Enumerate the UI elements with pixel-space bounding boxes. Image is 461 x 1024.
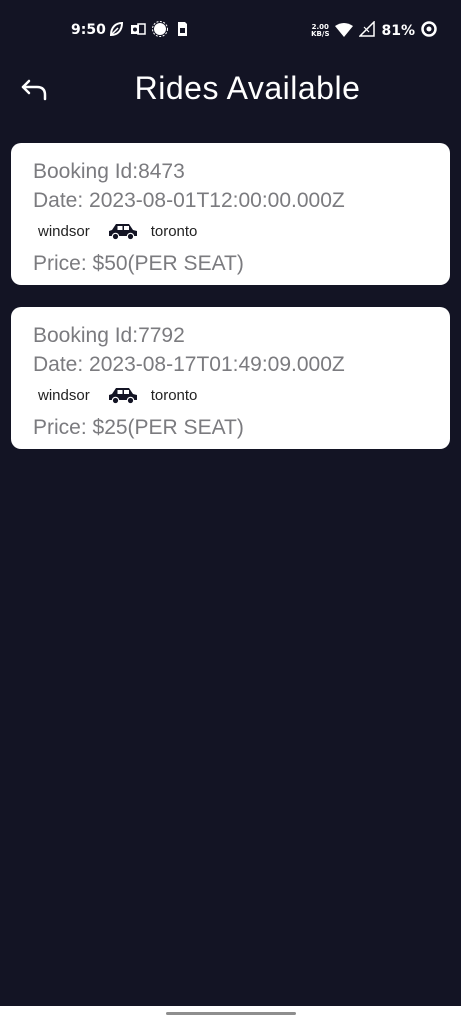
destination-city: toronto <box>150 386 198 404</box>
ride-route: windsor toronto <box>38 215 428 247</box>
car-icon <box>107 221 139 241</box>
wifi-icon <box>335 22 354 41</box>
origin-city: windsor <box>38 386 90 404</box>
settings-icon <box>152 21 168 37</box>
status-bar: 9:50 2.00 KB/S 81% <box>0 0 461 62</box>
rides-list: Booking Id:8473 Date: 2023-08-01T12:00:0… <box>11 143 450 471</box>
battery-percent: 81% <box>381 23 415 39</box>
net-speed-unit: KB/S <box>311 30 330 38</box>
ride-route: windsor toronto <box>38 379 428 411</box>
origin-city: windsor <box>38 222 90 240</box>
car-icon <box>107 385 139 405</box>
sim-icon <box>174 21 190 37</box>
home-indicator[interactable] <box>166 1012 296 1015</box>
ride-price: Price: $25(PER SEAT) <box>33 416 244 439</box>
status-right: 2.00 KB/S 81% <box>311 20 437 41</box>
net-speed: 2.00 KB/S <box>311 24 329 38</box>
outlook-icon <box>130 21 146 37</box>
page-title: Rides Available <box>134 70 361 106</box>
battery-icon <box>421 21 437 41</box>
leaf-icon <box>108 21 124 37</box>
ride-card[interactable]: Booking Id:7792 Date: 2023-08-17T01:49:0… <box>11 307 450 449</box>
header: Rides Available <box>0 62 461 122</box>
system-nav-bar <box>0 1006 461 1024</box>
booking-id: Booking Id:7792 <box>33 324 185 347</box>
notification-icons <box>108 21 190 37</box>
booking-id: Booking Id:8473 <box>33 160 185 183</box>
ride-date: Date: 2023-08-01T12:00:00.000Z <box>33 189 345 212</box>
ride-price: Price: $50(PER SEAT) <box>33 252 244 275</box>
screen: 9:50 2.00 KB/S 81% Rides Available Booki… <box>0 0 461 1024</box>
ride-date: Date: 2023-08-17T01:49:09.000Z <box>33 353 345 376</box>
ride-card[interactable]: Booking Id:8473 Date: 2023-08-01T12:00:0… <box>11 143 450 285</box>
status-time: 9:50 <box>71 22 106 38</box>
destination-city: toronto <box>150 222 198 240</box>
signal-icon <box>358 20 376 41</box>
